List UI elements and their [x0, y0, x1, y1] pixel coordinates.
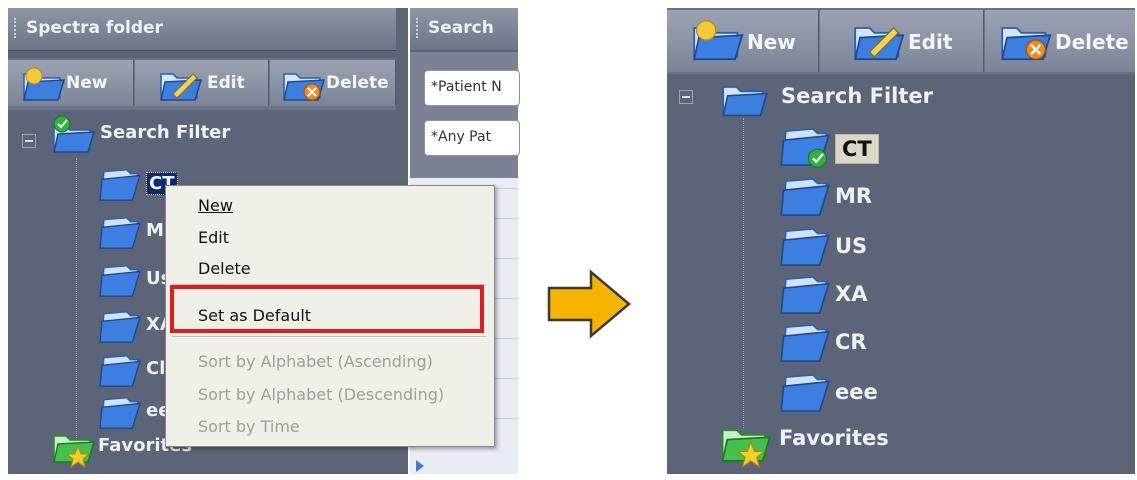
grip-icon[interactable]	[416, 18, 422, 38]
menu-item-edit[interactable]: Edit	[198, 228, 229, 247]
search-filter-folder-icon	[722, 86, 769, 117]
grip-icon[interactable]	[14, 18, 20, 38]
patient-id-field[interactable]: *Any Pat	[424, 120, 520, 156]
highlight-box	[170, 285, 484, 333]
search-filter-label[interactable]: Search Filter	[781, 84, 933, 108]
folder-icon	[98, 352, 142, 394]
folder-icon	[98, 166, 142, 208]
transition-arrow-icon	[547, 268, 633, 340]
toolbar: New Edit Delete	[8, 58, 396, 110]
collapse-icon[interactable]	[679, 90, 693, 104]
new-button[interactable]: New	[8, 60, 134, 106]
delete-folder-icon	[283, 73, 326, 101]
tree-item-label[interactable]: eee	[835, 380, 878, 404]
patient-name-field[interactable]: *Patient N	[424, 70, 520, 106]
new-label: New	[66, 73, 108, 93]
tree-item-label[interactable]: Cl	[146, 358, 165, 379]
favorites-label[interactable]: Favorites	[779, 426, 889, 450]
folder-icon	[779, 224, 831, 274]
folder-icon	[98, 214, 142, 256]
delete-button[interactable]: Delete	[270, 60, 396, 106]
tree-item-label[interactable]: CT	[835, 134, 879, 164]
toolbar: New Edit Delete	[667, 8, 1135, 74]
folder-icon	[779, 320, 831, 370]
row-pointer-icon	[416, 460, 424, 472]
menu-item-sort-time: Sort by Time	[198, 417, 300, 436]
context-menu: New Edit Delete Set as Default Sort by A…	[165, 185, 495, 447]
tree-item-label[interactable]: M	[146, 220, 164, 241]
edit-button[interactable]: Edit	[135, 60, 269, 106]
favorites-folder-icon	[721, 429, 772, 468]
panel-title: Spectra folder	[26, 18, 163, 38]
folder-icon	[98, 262, 142, 304]
delete-label: Delete	[326, 73, 389, 93]
tree-connector	[743, 118, 744, 428]
delete-folder-icon	[1001, 27, 1052, 61]
tree-connector	[76, 158, 77, 448]
search-panel-title: Search	[428, 18, 494, 38]
new-label: New	[747, 30, 796, 54]
edit-button[interactable]: Edit	[820, 10, 984, 72]
folder-icon	[98, 308, 142, 350]
search-filter-label[interactable]: Search Filter	[100, 122, 230, 143]
default-folder-icon	[779, 124, 831, 174]
menu-item-new-label: New	[198, 196, 233, 215]
panel-header: Spectra folder	[8, 8, 396, 51]
favorites-folder-icon	[53, 435, 96, 468]
menu-item-new[interactable]: New	[198, 196, 233, 215]
tree-item-label[interactable]: US	[835, 234, 867, 258]
tree-item-label[interactable]: XA	[835, 282, 867, 306]
search-filter-folder-icon	[53, 115, 96, 153]
search-panel-header: Search	[410, 8, 518, 50]
new-button[interactable]: New	[667, 10, 819, 72]
edit-folder-icon	[854, 27, 905, 61]
edit-label: Edit	[908, 30, 953, 54]
result-folder-panel: New Edit Delete Search Filter CT MR US X…	[667, 8, 1135, 474]
edit-folder-icon	[160, 73, 203, 101]
new-folder-icon	[23, 67, 66, 101]
menu-separator	[172, 336, 486, 338]
new-folder-icon	[693, 20, 744, 61]
delete-label: Delete	[1055, 30, 1129, 54]
folder-icon	[779, 370, 831, 420]
menu-item-sort-asc: Sort by Alphabet (Ascending)	[198, 352, 433, 371]
edit-label: Edit	[207, 73, 245, 93]
collapse-icon[interactable]	[22, 134, 36, 148]
tree-item-label[interactable]: CR	[835, 330, 867, 354]
menu-item-sort-desc: Sort by Alphabet (Descending)	[198, 385, 445, 404]
folder-icon	[779, 174, 831, 224]
folder-icon	[779, 272, 831, 322]
delete-button[interactable]: Delete	[985, 10, 1135, 72]
folder-icon	[98, 394, 142, 436]
tree-item-label[interactable]: MR	[835, 184, 872, 208]
menu-item-delete[interactable]: Delete	[198, 259, 251, 278]
